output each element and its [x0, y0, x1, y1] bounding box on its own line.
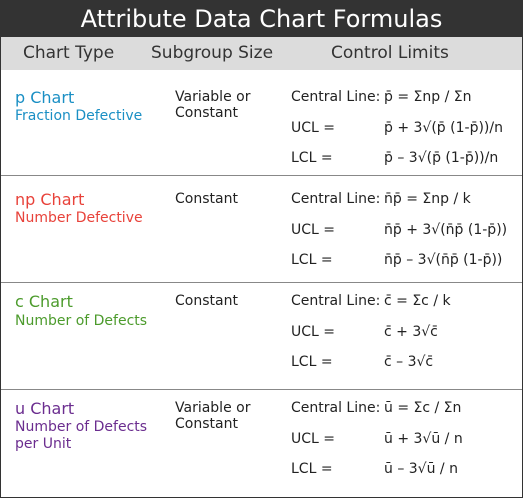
central-line-formula: ū = Σc / Σn	[384, 400, 462, 416]
section-p-chart: p Chart Fraction Defective Variable or C…	[1, 70, 522, 174]
header-chart-type: Chart Type	[23, 43, 115, 63]
chart-name: p Chart	[15, 88, 75, 107]
lcl-formula: p̄ – 3√(p̄ (1-p̄))/n	[384, 150, 499, 166]
central-line-label: Central Line:	[291, 293, 381, 309]
chart-description: Fraction Defective	[15, 108, 143, 124]
chart-description: Number Defective	[15, 210, 143, 226]
central-line-label: Central Line:	[291, 191, 381, 207]
lcl-label: LCL =	[291, 252, 333, 268]
lcl-formula: n̄p̄ – 3√(n̄p̄ (1-p̄))	[384, 252, 503, 268]
subgroup-size: Constant	[175, 293, 238, 309]
header-control-limits: Control Limits	[331, 43, 449, 63]
ucl-label: UCL =	[291, 120, 336, 136]
lcl-formula: c̄ – 3√c̄	[384, 354, 434, 370]
lcl-label: LCL =	[291, 354, 333, 370]
central-line-formula: n̄p̄ = Σnp / k	[384, 191, 471, 207]
ucl-formula: c̄ + 3√c̄	[384, 324, 438, 340]
ucl-formula: p̄ + 3√(p̄ (1-p̄))/n	[384, 120, 503, 136]
ucl-label: UCL =	[291, 324, 336, 340]
subgroup-size: Variable or Constant	[175, 89, 251, 121]
lcl-formula: ū – 3√ū / n	[384, 461, 458, 477]
central-line-formula: c̄ = Σc / k	[384, 293, 451, 309]
ucl-label: UCL =	[291, 222, 336, 238]
central-line-label: Central Line:	[291, 89, 381, 105]
subgroup-size: Variable or Constant	[175, 400, 251, 432]
lcl-label: LCL =	[291, 461, 333, 477]
chart-description: Number of Defects	[15, 313, 148, 329]
subgroup-size: Constant	[175, 191, 238, 207]
ucl-formula: n̄p̄ + 3√(n̄p̄ (1-p̄))	[384, 222, 508, 238]
chart-name: u Chart	[15, 399, 75, 418]
formula-table: Attribute Data Chart Formulas Chart Type…	[0, 0, 523, 498]
ucl-formula: ū + 3√ū / n	[384, 431, 463, 447]
chart-description: Number of Defects per Unit	[15, 419, 148, 452]
page-title: Attribute Data Chart Formulas	[1, 1, 522, 37]
central-line-label: Central Line:	[291, 400, 381, 416]
section-c-chart: c Chart Number of Defects Constant Centr…	[1, 283, 522, 389]
section-np-chart: np Chart Number Defective Constant Centr…	[1, 176, 522, 282]
chart-name: c Chart	[15, 292, 73, 311]
central-line-formula: p̄ = Σnp / Σn	[384, 89, 472, 105]
lcl-label: LCL =	[291, 150, 333, 166]
chart-name: np Chart	[15, 190, 85, 209]
ucl-label: UCL =	[291, 431, 336, 447]
section-u-chart: u Chart Number of Defects per Unit Varia…	[1, 390, 522, 497]
table-header: Chart Type Subgroup Size Control Limits	[1, 37, 522, 70]
header-subgroup-size: Subgroup Size	[151, 43, 274, 63]
